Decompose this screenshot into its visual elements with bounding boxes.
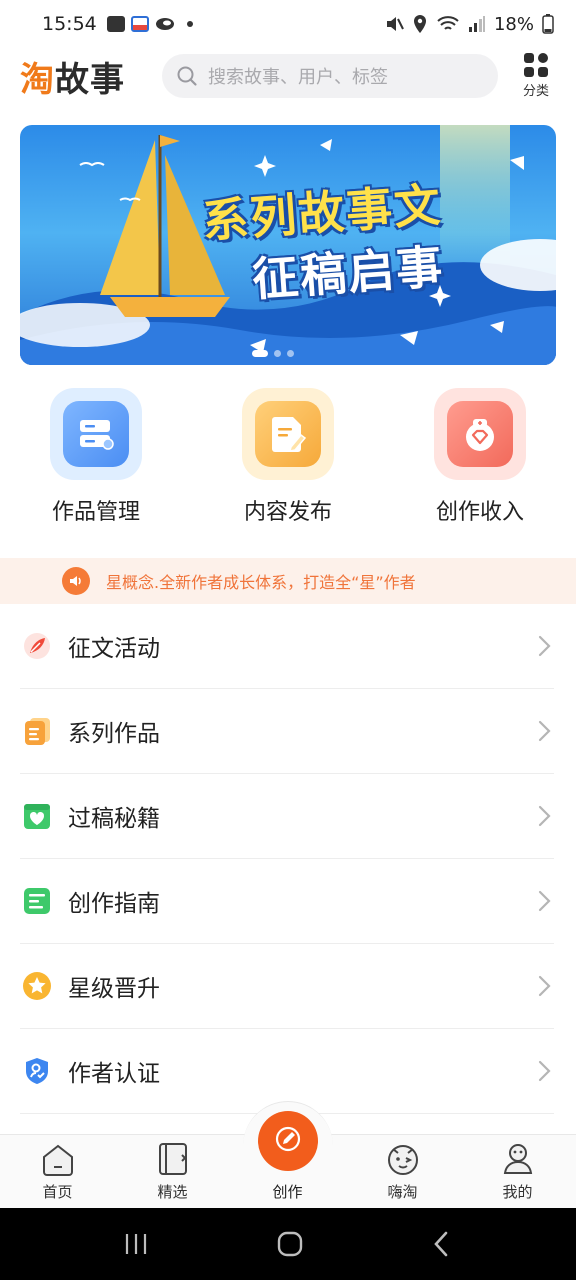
tips-icon bbox=[22, 801, 52, 831]
signal-icon bbox=[468, 16, 485, 32]
nav-home[interactable]: 首页 bbox=[0, 1135, 115, 1208]
chevron-right-icon bbox=[538, 890, 551, 912]
nav-label: 嗨淘 bbox=[387, 1183, 418, 1201]
profile-icon bbox=[503, 1144, 532, 1174]
nav-label: 精选 bbox=[157, 1183, 188, 1201]
banner-dot bbox=[274, 350, 281, 357]
chevron-right-icon bbox=[538, 720, 551, 742]
dot-icon bbox=[186, 21, 193, 27]
menu-item-contest[interactable]: 征文活动 bbox=[20, 604, 554, 689]
menu-label: 征文活动 bbox=[68, 636, 160, 662]
quick-action-works-manage[interactable]: 作品管理 bbox=[0, 388, 192, 526]
search-icon bbox=[177, 66, 197, 86]
app-icon bbox=[155, 18, 174, 30]
income-icon bbox=[466, 419, 494, 451]
category-label: 分类 bbox=[522, 84, 549, 99]
banner-title-line2: 征稿启事 bbox=[250, 239, 446, 307]
bottom-navigation: 首页 精选 创作 嗨淘 我的 bbox=[0, 1101, 576, 1208]
menu-label: 星级晋升 bbox=[68, 976, 160, 1002]
app-header: 淘故事 搜索故事、用户、标签 分类 bbox=[0, 48, 576, 104]
publish-label: 内容发布 bbox=[243, 500, 332, 525]
calendar-icon bbox=[130, 16, 149, 32]
chevron-right-icon bbox=[538, 635, 551, 657]
verify-icon bbox=[22, 1056, 52, 1086]
nav-label: 首页 bbox=[42, 1183, 73, 1201]
recent-apps-button[interactable] bbox=[122, 1231, 150, 1257]
chevron-right-icon bbox=[538, 805, 551, 827]
create-button[interactable] bbox=[257, 1111, 318, 1171]
publish-icon-box bbox=[242, 388, 334, 480]
banner-pagination bbox=[252, 350, 294, 357]
battery-text: 18% bbox=[493, 13, 534, 35]
speaker-icon bbox=[62, 567, 90, 595]
logo-text: 故事 bbox=[55, 59, 125, 100]
series-icon bbox=[22, 716, 52, 746]
mute-icon bbox=[386, 17, 404, 31]
category-button[interactable]: 分类 bbox=[514, 53, 558, 99]
home-icon bbox=[42, 1144, 73, 1176]
quick-actions: 作品管理 内容发布 创作收入 bbox=[0, 388, 576, 526]
chevron-right-icon bbox=[538, 1060, 551, 1082]
income-label: 创作收入 bbox=[435, 500, 524, 525]
menu-label: 系列作品 bbox=[68, 721, 160, 747]
income-icon-box bbox=[434, 388, 526, 480]
home-button[interactable] bbox=[275, 1229, 305, 1259]
menu-item-star-level[interactable]: 星级晋升 bbox=[20, 944, 554, 1029]
logo-accent-text: 淘 bbox=[20, 59, 55, 100]
search-placeholder: 搜索故事、用户、标签 bbox=[208, 67, 388, 88]
hitao-icon bbox=[387, 1145, 418, 1175]
menu-item-series[interactable]: 系列作品 bbox=[20, 689, 554, 774]
gallery-icon bbox=[106, 16, 125, 32]
publish-icon bbox=[272, 417, 307, 452]
category-grid-icon bbox=[524, 53, 548, 77]
promo-banner[interactable]: 系列故事文 征稿启事 bbox=[20, 125, 556, 365]
status-time: 15:54 bbox=[42, 13, 97, 35]
works-manage-icon bbox=[80, 420, 114, 450]
contest-icon bbox=[22, 631, 52, 661]
app-logo: 淘故事 bbox=[20, 52, 142, 101]
search-input[interactable]: 搜索故事、用户、标签 bbox=[162, 54, 498, 98]
guide-icon bbox=[22, 886, 52, 916]
create-icon bbox=[275, 1126, 300, 1152]
quick-action-publish[interactable]: 内容发布 bbox=[192, 388, 384, 526]
nav-label: 创作 bbox=[272, 1183, 303, 1201]
nav-hitao[interactable]: 嗨淘 bbox=[345, 1135, 460, 1208]
announcement-bar[interactable]: 星概念.全新作者成长体系，打造全“星”作者 bbox=[0, 558, 576, 604]
location-icon bbox=[413, 15, 426, 33]
works-manage-label: 作品管理 bbox=[51, 500, 140, 525]
quick-action-income[interactable]: 创作收入 bbox=[384, 388, 576, 526]
back-button[interactable] bbox=[430, 1229, 454, 1259]
star-icon bbox=[22, 971, 52, 1001]
banner-dot bbox=[287, 350, 294, 357]
banner-dot bbox=[252, 350, 268, 357]
nav-featured[interactable]: 精选 bbox=[115, 1135, 230, 1208]
nav-create[interactable]: 创作 bbox=[230, 1101, 345, 1208]
status-bar: 15:54 18% bbox=[0, 0, 576, 48]
works-manage-icon-box bbox=[50, 388, 142, 480]
menu-label: 作者认证 bbox=[68, 1061, 160, 1087]
status-notification-icons bbox=[106, 16, 193, 32]
announcement-text: 星概念.全新作者成长体系，打造全“星”作者 bbox=[106, 573, 416, 592]
menu-item-tips[interactable]: 过稿秘籍 bbox=[20, 774, 554, 859]
nav-label: 我的 bbox=[502, 1183, 533, 1201]
menu-item-guide[interactable]: 创作指南 bbox=[20, 859, 554, 944]
creator-menu-list: 征文活动 系列作品 过稿秘籍 创作指南 星级晋升 作者认证 bbox=[20, 604, 554, 1114]
nav-profile[interactable]: 我的 bbox=[460, 1135, 575, 1208]
menu-label: 创作指南 bbox=[68, 891, 160, 917]
wifi-icon bbox=[437, 16, 459, 30]
chevron-right-icon bbox=[538, 975, 551, 997]
featured-icon bbox=[158, 1143, 187, 1175]
battery-icon bbox=[542, 14, 554, 34]
menu-label: 过稿秘籍 bbox=[68, 806, 160, 832]
system-navigation-bar bbox=[0, 1208, 576, 1280]
